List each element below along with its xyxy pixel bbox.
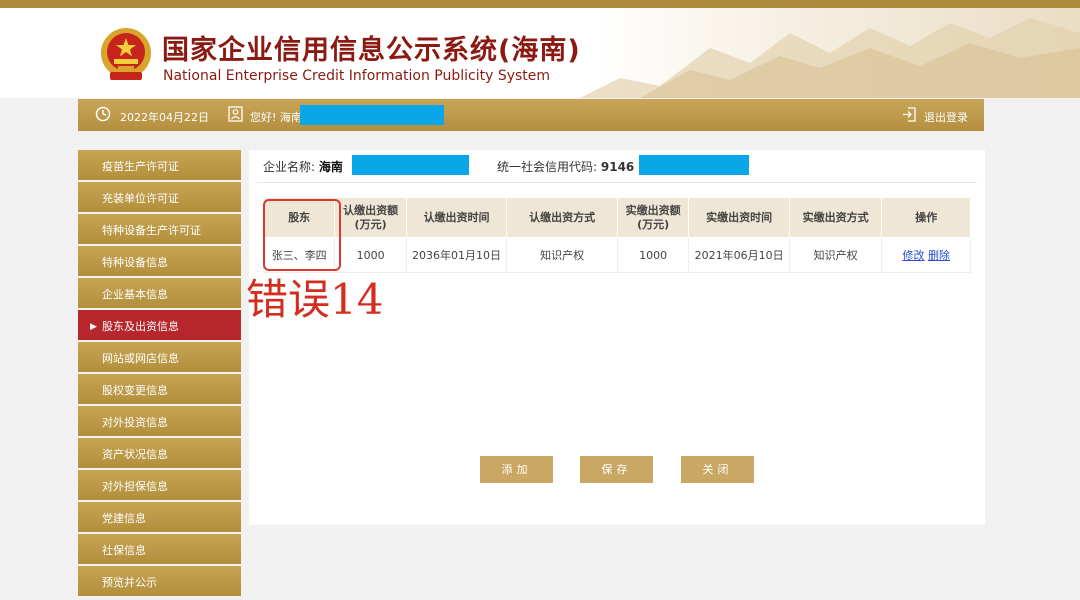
col-header-subscribed-date: 认缴出资时间 xyxy=(405,197,508,238)
company-name-value: 海南 xyxy=(318,160,343,174)
redaction-mask xyxy=(352,155,469,175)
sidebar-item-label: 企业基本信息 xyxy=(102,288,168,301)
sidebar-item-label: 充装单位许可证 xyxy=(102,192,179,205)
col-header-subscribed-method: 认缴出资方式 xyxy=(506,197,618,238)
sidebar-item-label: 股东及出资信息 xyxy=(102,320,179,333)
sidebar-item-label: 党建信息 xyxy=(102,512,146,525)
sidebar-item-vaccine-license[interactable]: 疫苗生产许可证 xyxy=(78,150,241,180)
sidebar-item-label: 资产状况信息 xyxy=(102,448,168,461)
credit-code-label: 统一社会信用代码: xyxy=(497,160,598,174)
sidebar-item-social-insurance[interactable]: 社保信息 xyxy=(78,534,241,564)
main-content: 企业名称: 海南 统一社会信用代码: 9146 股东 认缴出资额(万元) 认缴出… xyxy=(249,150,985,525)
redaction-mask xyxy=(639,155,749,175)
sidebar-item-preview-publish[interactable]: 预览并公示 xyxy=(78,566,241,596)
sidebar-item-party[interactable]: 党建信息 xyxy=(78,502,241,532)
sidebar-item-guarantee[interactable]: 对外担保信息 xyxy=(78,470,241,500)
national-emblem-icon xyxy=(101,28,151,80)
table-header-row: 股东 认缴出资额(万元) 认缴出资时间 认缴出资方式 实缴出资额(万元) 实缴出… xyxy=(262,197,971,238)
sidebar-item-label: 特种设备生产许可证 xyxy=(102,224,201,237)
sidebar-item-label: 预览并公示 xyxy=(102,576,157,589)
sidebar-item-assets[interactable]: 资产状况信息 xyxy=(78,438,241,468)
sidebar-item-label: 疫苗生产许可证 xyxy=(102,160,179,173)
top-accent-bar xyxy=(0,0,1080,8)
cell-actions: 修改 删除 xyxy=(881,237,971,273)
company-name-row: 企业名称: 海南 xyxy=(263,158,343,175)
error-highlight-box xyxy=(263,199,341,271)
divider xyxy=(257,182,977,183)
logout-icon[interactable] xyxy=(902,107,916,122)
credit-code-row: 统一社会信用代码: 9146 xyxy=(497,158,634,175)
shareholder-table: 股东 认缴出资额(万元) 认缴出资时间 认缴出资方式 实缴出资额(万元) 实缴出… xyxy=(262,197,971,273)
cell-paid-method: 知识产权 xyxy=(788,237,883,273)
user-icon xyxy=(228,106,243,122)
sidebar-item-label: 对外投资信息 xyxy=(102,416,168,429)
current-date: 2022年04月22日 xyxy=(120,111,209,124)
mountain-landscape-decoration xyxy=(580,18,1080,98)
clock-icon xyxy=(95,106,111,122)
cell-paid-amount: 1000 xyxy=(616,237,690,273)
save-button[interactable]: 保存 xyxy=(580,456,653,483)
site-header: 国家企业信用信息公示系统(海南) National Enterprise Cre… xyxy=(0,8,1080,98)
greeting-text: 您好! 海南 xyxy=(250,111,302,124)
active-arrow-icon: ▶ xyxy=(90,322,97,332)
sidebar-item-basic-info[interactable]: 企业基本信息 xyxy=(78,278,241,308)
col-header-actions: 操作 xyxy=(881,197,971,238)
col-header-paid-method: 实缴出资方式 xyxy=(788,197,883,238)
cell-subscribed-date: 2036年01月10日 xyxy=(405,237,508,273)
table-row: 张三、李四 1000 2036年01月10日 知识产权 1000 2021年06… xyxy=(262,237,971,273)
sidebar-item-label: 网站或网店信息 xyxy=(102,352,179,365)
sidebar-item-equity-change[interactable]: 股权变更信息 xyxy=(78,374,241,404)
col-header-subscribed-amount: 认缴出资额(万元) xyxy=(334,197,407,238)
error-annotation-label: 错误14 xyxy=(246,275,384,324)
sidebar-item-label: 对外担保信息 xyxy=(102,480,168,493)
sidebar-item-shareholders[interactable]: ▶ 股东及出资信息 xyxy=(78,310,241,340)
logout-link[interactable]: 退出登录 xyxy=(924,109,968,125)
sidebar-item-filling-license[interactable]: 充装单位许可证 xyxy=(78,182,241,212)
add-button[interactable]: 添加 xyxy=(480,456,553,483)
system-title-cn: 国家企业信用信息公示系统(海南) xyxy=(162,35,581,66)
info-bar: 2022年04月22日 您好! 海南 退出登录 xyxy=(78,99,984,131)
sidebar-item-special-equipment-license[interactable]: 特种设备生产许可证 xyxy=(78,214,241,244)
sidebar-item-label: 股权变更信息 xyxy=(102,384,168,397)
credit-code-value: 9146 xyxy=(600,160,635,174)
sidebar-item-label: 特种设备信息 xyxy=(102,256,168,269)
cell-subscribed-amount: 1000 xyxy=(334,237,407,273)
system-title-en: National Enterprise Credit Information P… xyxy=(163,68,551,84)
col-header-paid-amount: 实缴出资额(万元) xyxy=(616,197,690,238)
cell-subscribed-method: 知识产权 xyxy=(506,237,618,273)
close-button[interactable]: 关闭 xyxy=(681,456,754,483)
redaction-mask xyxy=(300,105,444,125)
sidebar-nav: 疫苗生产许可证 充装单位许可证 特种设备生产许可证 特种设备信息 企业基本信息 … xyxy=(78,150,241,598)
delete-link[interactable]: 删除 xyxy=(928,249,950,262)
cell-paid-date: 2021年06月10日 xyxy=(688,237,790,273)
company-name-label: 企业名称: xyxy=(263,160,316,174)
sidebar-item-website[interactable]: 网站或网店信息 xyxy=(78,342,241,372)
col-header-paid-date: 实缴出资时间 xyxy=(688,197,790,238)
sidebar-item-special-equipment-info[interactable]: 特种设备信息 xyxy=(78,246,241,276)
sidebar-item-investment[interactable]: 对外投资信息 xyxy=(78,406,241,436)
edit-link[interactable]: 修改 xyxy=(902,249,924,262)
sidebar-item-label: 社保信息 xyxy=(102,544,146,557)
